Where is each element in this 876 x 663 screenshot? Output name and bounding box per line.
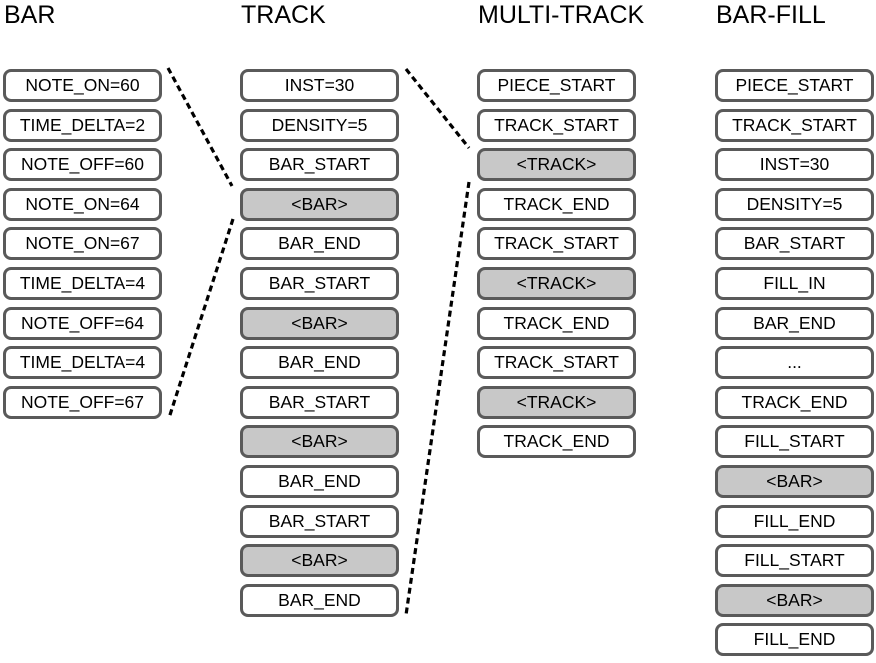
token: BAR_START [240,266,399,300]
col-title-track: TRACK [241,1,326,29]
token: TIME_DELTA=4 [3,266,162,300]
token: BAR_START [240,504,399,538]
token: PIECE_START [477,69,636,102]
column-track: INST=30 DENSITY=5 BAR_START <BAR> BAR_END BAR… [240,69,399,623]
token: NOTE_OFF=64 [3,306,162,340]
placeholder-token: <BAR> [240,306,399,340]
token: BAR_START [240,148,399,182]
token: TIME_DELTA=2 [3,108,162,142]
token: TRACK_END [715,385,874,419]
placeholder-token: <TRACK> [477,266,636,300]
token: FILL_IN [715,266,874,300]
token: BAR_END [240,346,399,380]
placeholder-token: <TRACK> [477,148,636,182]
placeholder-token: <BAR> [715,583,874,617]
connector-track-top [404,68,471,149]
connector-bar-top [166,67,234,187]
token: BAR_START [715,227,874,261]
token: PIECE_START [715,69,874,102]
column-bar: NOTE_ON=60 TIME_DELTA=2 NOTE_OFF=60 NOTE_ON… [3,69,162,425]
token: DENSITY=5 [715,187,874,221]
token: BAR_END [240,464,399,498]
token: TRACK_START [477,227,636,261]
token: NOTE_OFF=67 [3,385,162,419]
token: TRACK_END [477,425,636,459]
token: DENSITY=5 [240,108,399,142]
placeholder-token: <BAR> [240,187,399,221]
token: FILL_START [715,544,874,578]
token: TRACK_START [477,108,636,142]
token: TRACK_END [477,187,636,221]
token: FILL_END [715,623,874,657]
token: NOTE_ON=64 [3,187,162,221]
token: NOTE_ON=67 [3,227,162,261]
token: TIME_DELTA=4 [3,346,162,380]
placeholder-token: <BAR> [240,425,399,459]
col-title-bar: BAR [4,1,56,29]
token: FILL_END [715,504,874,538]
token: TRACK_START [715,108,874,142]
placeholder-token: <BAR> [715,464,874,498]
token: TRACK_END [477,306,636,340]
connector-bar-bottom [167,218,235,419]
token: INST=30 [240,69,399,102]
token: BAR_START [240,385,399,419]
token: BAR_END [240,583,399,617]
token: BAR_END [240,227,399,261]
token: FILL_START [715,425,874,459]
token: NOTE_ON=60 [3,69,162,102]
placeholder-token: <TRACK> [477,385,636,419]
connector-track-bottom [404,181,471,616]
token: BAR_END [715,306,874,340]
token: ... [715,346,874,380]
placeholder-token: <BAR> [240,544,399,578]
token: NOTE_OFF=60 [3,148,162,182]
token: TRACK_START [477,346,636,380]
column-multi-track: PIECE_START TRACK_START <TRACK> TRACK_END TR… [477,69,636,465]
token: INST=30 [715,148,874,182]
column-bar-fill: PIECE_START TRACK_START INST=30 DENSITY=5 BA… [715,69,874,663]
col-title-bar-fill: BAR-FILL [716,1,826,29]
col-title-multi-track: MULTI-TRACK [478,1,645,29]
